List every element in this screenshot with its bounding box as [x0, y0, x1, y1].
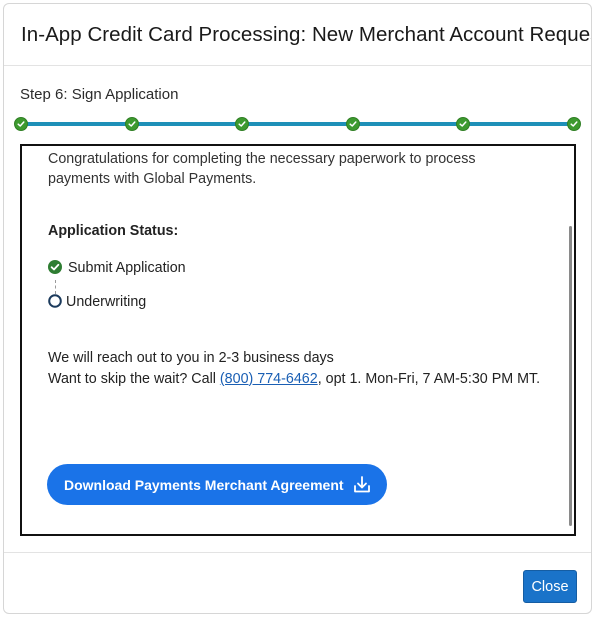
contact-text: We will reach out to you in 2-3 business… — [48, 348, 558, 389]
download-icon — [352, 475, 372, 495]
status-label: Underwriting — [66, 294, 147, 310]
skip-suffix: , opt 1. Mon-Fri, 7 AM-5:30 PM MT. — [317, 370, 541, 387]
download-agreement-button[interactable]: Download Payments Merchant Agreement — [47, 464, 387, 505]
step-label: Step 6: Sign Application — [20, 86, 179, 103]
check-circle-icon — [48, 260, 62, 274]
dialog-footer: Close — [4, 552, 591, 613]
status-label: Submit Application — [68, 260, 186, 276]
status-connector — [55, 280, 56, 294]
application-status-heading: Application Status: — [48, 223, 179, 239]
content-panel: Congratulations for completing the neces… — [20, 144, 576, 536]
empty-circle-icon — [48, 294, 62, 308]
progress-step-2-complete-icon — [124, 117, 139, 131]
dialog-title: In-App Credit Card Processing: New Merch… — [21, 23, 592, 46]
status-item-underwriting: Underwriting — [48, 294, 146, 310]
status-item-submit-application: Submit Application — [48, 260, 186, 276]
progress-step-6-complete-icon — [567, 117, 581, 131]
progress-step-4-complete-icon — [345, 117, 360, 131]
phone-link[interactable]: (800) 774-6462 — [220, 371, 318, 387]
content-scrollbar[interactable] — [569, 226, 572, 526]
progress-step-5-complete-icon — [456, 117, 471, 131]
merchant-request-dialog: In-App Credit Card Processing: New Merch… — [3, 3, 592, 614]
dialog-header: In-App Credit Card Processing: New Merch… — [4, 4, 591, 66]
progress-step-3-complete-icon — [235, 117, 250, 131]
skip-prefix: Want to skip the wait? Call — [48, 370, 220, 387]
progress-step-1-complete-icon — [14, 117, 28, 131]
intro-text: Congratulations for completing the neces… — [48, 151, 476, 187]
download-button-label: Download Payments Merchant Agreement — [64, 476, 344, 493]
reach-line: We will reach out to you in 2-3 business… — [48, 350, 334, 366]
close-button[interactable]: Close — [523, 570, 577, 603]
progress-track — [21, 122, 571, 126]
